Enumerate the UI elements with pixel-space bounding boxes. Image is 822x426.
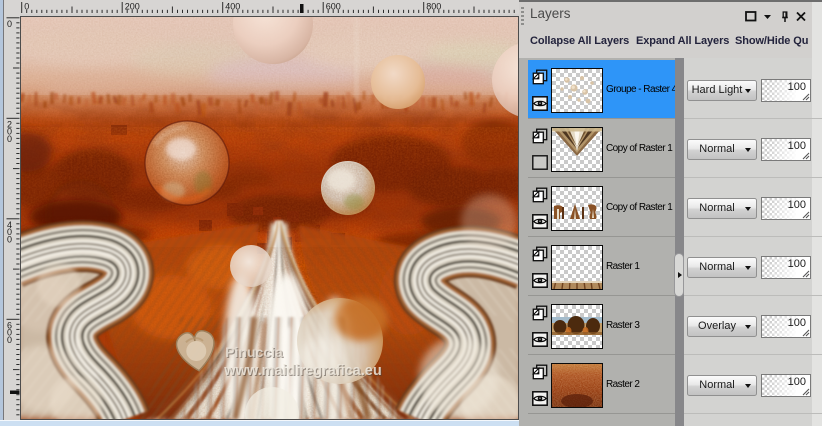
svg-text:600: 600 (326, 2, 341, 12)
svg-text:Pinuccia: Pinuccia (225, 344, 283, 360)
svg-text:0: 0 (7, 19, 12, 29)
svg-text:200: 200 (125, 2, 140, 12)
svg-text:400: 400 (225, 2, 240, 12)
svg-text:0: 0 (7, 335, 12, 345)
svg-text:0: 0 (7, 134, 12, 144)
svg-text:0: 0 (24, 2, 29, 12)
svg-text:0: 0 (7, 235, 12, 245)
svg-text:www.maidiregrafica.eu: www.maidiregrafica.eu (223, 363, 381, 379)
svg-text:800: 800 (426, 2, 441, 12)
